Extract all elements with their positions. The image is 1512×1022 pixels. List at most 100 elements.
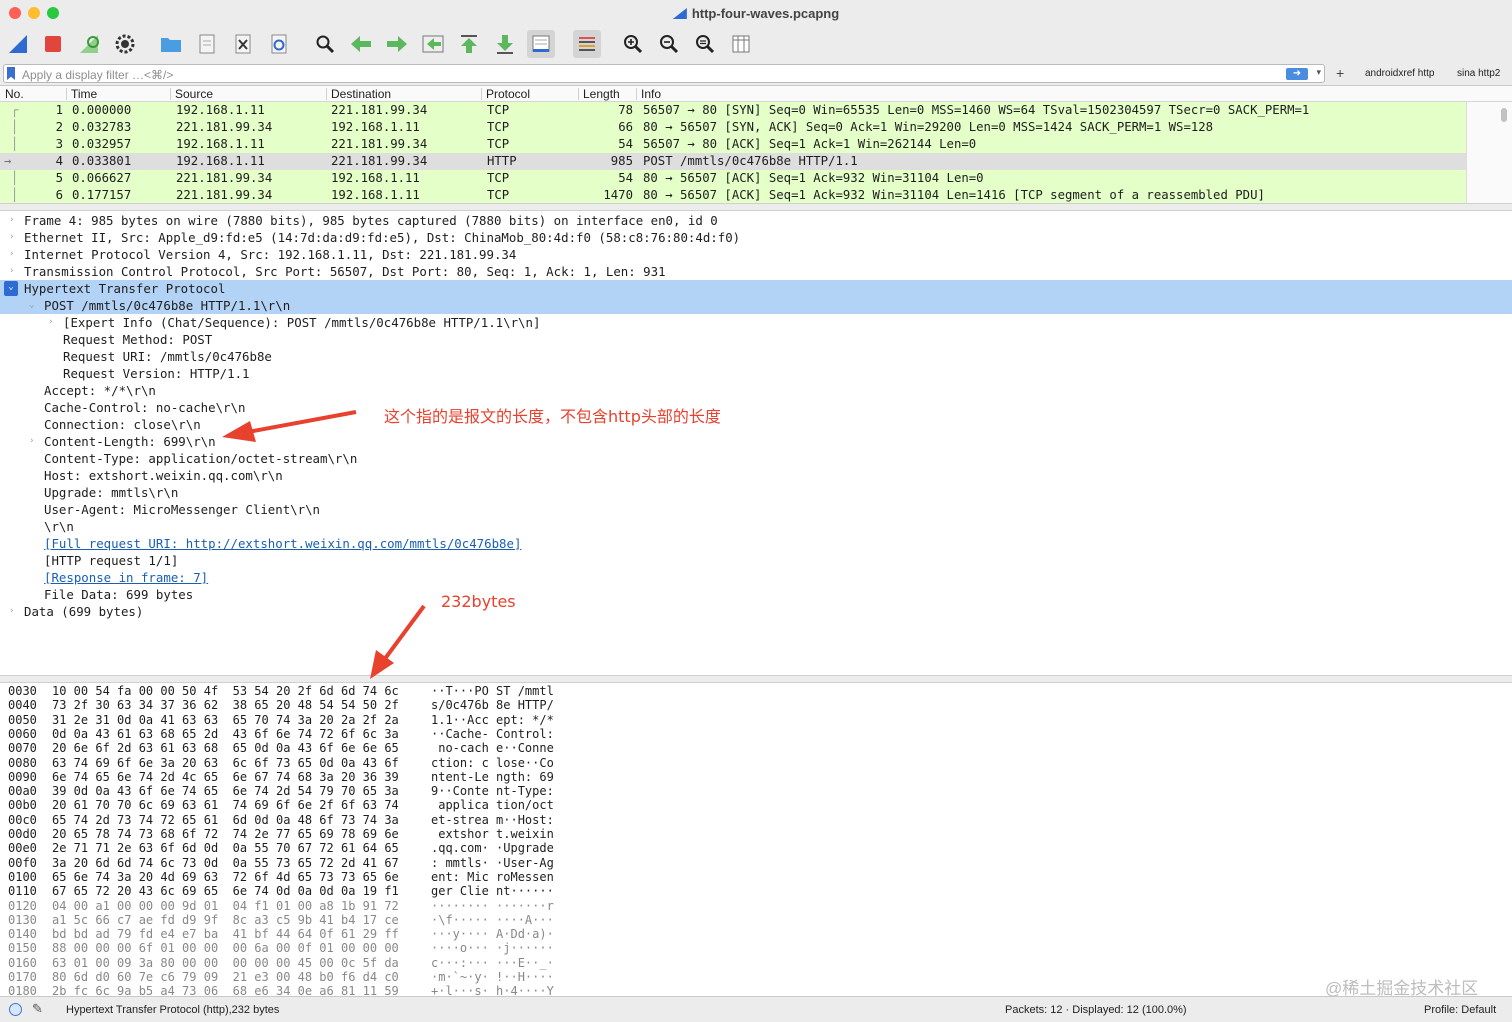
- detail-tree-row[interactable]: File Data: 699 bytes: [0, 586, 1512, 603]
- hex-dump-row[interactable]: 0120 04 00 a1 00 00 00 9d 01 04 f1 01 00 …: [0, 899, 1512, 913]
- hex-bytes[interactable]: 20 61 70 70 6c 69 63 61 74 69 6f 6e 2f 6…: [52, 798, 399, 812]
- go-back-icon[interactable]: [347, 30, 375, 58]
- ascii-bytes[interactable]: ········ ·······r: [431, 899, 554, 913]
- collapse-arrow-icon[interactable]: ⌄: [29, 297, 34, 314]
- expand-arrow-icon[interactable]: ›: [9, 246, 14, 263]
- ascii-bytes[interactable]: extshor t.weixin: [431, 827, 554, 841]
- expand-arrow-icon[interactable]: ›: [9, 603, 14, 620]
- apply-filter-arrow-icon[interactable]: ➜: [1286, 68, 1308, 80]
- hex-dump-row[interactable]: 0140 bd bd ad 79 fd e4 e7 ba 41 bf 44 64 …: [0, 927, 1512, 941]
- detail-tree-row[interactable]: Upgrade: mmtls\r\n: [0, 484, 1512, 501]
- hex-bytes[interactable]: 04 00 a1 00 00 00 9d 01 04 f1 01 00 a8 1…: [52, 899, 399, 913]
- filter-history-dropdown-icon[interactable]: ▾: [1316, 67, 1321, 78]
- stop-icon[interactable]: [39, 30, 67, 58]
- packet-row[interactable]: │ 6 0.177157 221.181.99.34 192.168.1.11 TCP 1…: [0, 187, 1466, 203]
- go-first-icon[interactable]: [455, 30, 483, 58]
- packet-row[interactable]: ┌ 1 0.000000 192.168.1.11 221.181.99.34 TCP 7…: [0, 102, 1466, 119]
- ascii-bytes[interactable]: et-strea m··Host:: [431, 813, 554, 827]
- detail-tree-row[interactable]: User-Agent: MicroMessenger Client\r\n: [0, 501, 1512, 518]
- hex-dump-row[interactable]: 0030 10 00 54 fa 00 00 50 4f 53 54 20 2f …: [0, 684, 1512, 699]
- hex-dump-row[interactable]: 0060 0d 0a 43 61 63 68 65 2d 43 6f 6e 74 …: [0, 726, 1512, 742]
- hex-dump-row[interactable]: 0130 a1 5c 66 c7 ae fd d9 9f 8c a3 c5 9b …: [0, 913, 1512, 927]
- hex-bytes[interactable]: 0d 0a 43 61 63 68 65 2d 43 6f 6e 74 72 6…: [52, 727, 399, 741]
- column-header-source[interactable]: Source: [175, 87, 213, 101]
- ascii-bytes[interactable]: ····o··· ·j······: [431, 941, 554, 955]
- reload-icon[interactable]: [265, 30, 293, 58]
- go-forward-icon[interactable]: [383, 30, 411, 58]
- shark-fin-icon[interactable]: [4, 30, 32, 58]
- hex-bytes[interactable]: 67 65 72 20 43 6c 69 65 6e 74 0d 0a 0d 0…: [52, 884, 399, 898]
- detail-link[interactable]: [Response in frame: 7]: [44, 569, 208, 586]
- hex-bytes[interactable]: 63 74 69 6f 6e 3a 20 63 6c 6f 73 65 0d 0…: [52, 756, 399, 770]
- hex-dump-row[interactable]: 0100 65 6e 74 3a 20 4d 69 63 72 6f 4d 65 …: [0, 869, 1512, 885]
- detail-link[interactable]: [Full request URI: http://extshort.weixi…: [44, 535, 521, 552]
- hex-dump-row[interactable]: 00f0 3a 20 6d 6d 74 6c 73 0d 0a 55 73 65 …: [0, 855, 1512, 870]
- hex-bytes[interactable]: 65 74 2d 73 74 72 65 61 6d 0d 0a 48 6f 7…: [52, 813, 399, 827]
- go-to-packet-icon[interactable]: [419, 30, 447, 58]
- zoom-normal-icon[interactable]: [691, 30, 719, 58]
- collapse-arrow-icon[interactable]: ⌄: [4, 281, 18, 296]
- detail-tree-row[interactable]: Cache-Control: no-cache\r\n: [0, 399, 1512, 416]
- scrollbar-thumb[interactable]: [1501, 108, 1507, 122]
- zoom-out-icon[interactable]: [655, 30, 683, 58]
- pane-splitter[interactable]: [0, 675, 1512, 683]
- detail-tree-row[interactable]: [HTTP request 1/1]: [0, 552, 1512, 569]
- ascii-bytes[interactable]: +·l···s· h·4····Y: [431, 984, 554, 996]
- hex-dump-row[interactable]: 00c0 65 74 2d 73 74 72 65 61 6d 0d 0a 48 …: [0, 812, 1512, 827]
- hex-bytes[interactable]: 2e 71 71 2e 63 6f 6d 0d 0a 55 70 67 72 6…: [52, 841, 399, 855]
- detail-tree-row[interactable]: › Frame 4: 985 bytes on wire (7880 bits),…: [0, 212, 1512, 229]
- ascii-bytes[interactable]: ·\f····· ····A···: [431, 913, 554, 927]
- ascii-bytes[interactable]: ··Cache- Control:: [431, 727, 554, 741]
- options-gear-icon[interactable]: [111, 30, 139, 58]
- ascii-bytes[interactable]: no-cach e··Conne: [431, 741, 554, 755]
- hex-dump-row[interactable]: 00a0 39 0d 0a 43 6f 6e 74 65 6e 74 2d 54 …: [0, 784, 1512, 799]
- close-file-icon[interactable]: [229, 30, 257, 58]
- hex-bytes[interactable]: 88 00 00 00 6f 01 00 00 00 6a 00 0f 01 0…: [52, 941, 399, 955]
- restart-icon[interactable]: [75, 30, 103, 58]
- detail-tree-row[interactable]: Connection: close\r\n: [0, 416, 1512, 433]
- detail-tree-row[interactable]: › Internet Protocol Version 4, Src: 192.1…: [0, 246, 1512, 263]
- ascii-bytes[interactable]: ···y···· A·Dd·a)·: [431, 927, 554, 941]
- hex-dump-row[interactable]: 0180 2b fc 6c 9a b5 a4 73 06 68 e6 34 0e …: [0, 984, 1512, 996]
- detail-tree-row[interactable]: › Content-Length: 699\r\n: [0, 433, 1512, 450]
- hex-dump-row[interactable]: 0150 88 00 00 00 6f 01 00 00 00 6a 00 0f …: [0, 941, 1512, 955]
- status-profile[interactable]: Profile: Default: [1424, 1004, 1496, 1016]
- open-folder-icon[interactable]: [157, 30, 185, 58]
- hex-dump-row[interactable]: 0170 80 6d d0 60 7e c6 79 09 21 e3 00 48 …: [0, 970, 1512, 984]
- hex-bytes[interactable]: 10 00 54 fa 00 00 50 4f 53 54 20 2f 6d 6…: [52, 684, 399, 698]
- ascii-bytes[interactable]: ·m·`~·y· !··H····: [431, 970, 554, 984]
- detail-tree-row[interactable]: ⌄ POST /mmtls/0c476b8e HTTP/1.1\r\n: [0, 297, 1512, 314]
- edit-comment-icon[interactable]: ✎: [32, 1001, 43, 1017]
- detail-tree-row[interactable]: [Full request URI: http://extshort.weixi…: [0, 535, 1512, 552]
- ascii-bytes[interactable]: ger Clie nt······: [431, 884, 554, 898]
- ascii-bytes[interactable]: ction: c lose··Co: [431, 756, 554, 770]
- column-header-length[interactable]: Length: [583, 87, 620, 101]
- bookmark-icon[interactable]: [7, 67, 15, 80]
- hex-dump-row[interactable]: 0040 73 2f 30 63 34 37 36 62 38 65 20 48 …: [0, 698, 1512, 713]
- hex-dump-row[interactable]: 0050 31 2e 31 0d 0a 41 63 63 65 70 74 3a …: [0, 712, 1512, 727]
- detail-tree-row[interactable]: [Response in frame: 7]: [0, 569, 1512, 586]
- hex-dump-row[interactable]: 0110 67 65 72 20 43 6c 69 65 6e 74 0d 0a …: [0, 884, 1512, 899]
- add-filter-button[interactable]: +: [1336, 65, 1344, 81]
- column-header-protocol[interactable]: Protocol: [486, 87, 530, 101]
- hex-dump-row[interactable]: 0160 63 01 00 09 3a 80 00 00 00 00 00 45 …: [0, 956, 1512, 970]
- expand-arrow-icon[interactable]: ›: [48, 314, 53, 331]
- hex-bytes[interactable]: a1 5c 66 c7 ae fd d9 9f 8c a3 c5 9b 41 b…: [52, 913, 399, 927]
- column-header-destination[interactable]: Destination: [331, 87, 391, 101]
- column-header-no[interactable]: No.: [5, 87, 24, 101]
- detail-tree-row[interactable]: › Data (699 bytes): [0, 603, 1512, 620]
- pane-splitter[interactable]: [0, 203, 1512, 211]
- hex-dump-row[interactable]: 0080 63 74 69 6f 6e 3a 20 63 6c 6f 73 65 …: [0, 755, 1512, 770]
- detail-tree-row[interactable]: Request Method: POST: [0, 331, 1512, 348]
- hex-bytes[interactable]: 31 2e 31 0d 0a 41 63 63 65 70 74 3a 20 2…: [52, 713, 399, 727]
- hex-bytes[interactable]: bd bd ad 79 fd e4 e7 ba 41 bf 44 64 0f 6…: [52, 927, 399, 941]
- packet-list-scrollbar[interactable]: [1466, 102, 1512, 203]
- hex-bytes[interactable]: 6e 74 65 6e 74 2d 4c 65 6e 67 74 68 3a 2…: [52, 770, 399, 784]
- display-filter-input[interactable]: Apply a display filter …<⌘/> ➜ ▾: [3, 64, 1325, 83]
- ascii-bytes[interactable]: 9··Conte nt-Type:: [431, 784, 554, 798]
- detail-tree-row[interactable]: Accept: */*\r\n: [0, 382, 1512, 399]
- detail-tree-row[interactable]: Request URI: /mmtls/0c476b8e: [0, 348, 1512, 365]
- hex-bytes[interactable]: 39 0d 0a 43 6f 6e 74 65 6e 74 2d 54 79 7…: [52, 784, 399, 798]
- hex-dump-row[interactable]: 00e0 2e 71 71 2e 63 6f 6d 0d 0a 55 70 67 …: [0, 841, 1512, 856]
- detail-tree-row[interactable]: ⌄ Hypertext Transfer Protocol: [0, 280, 1512, 297]
